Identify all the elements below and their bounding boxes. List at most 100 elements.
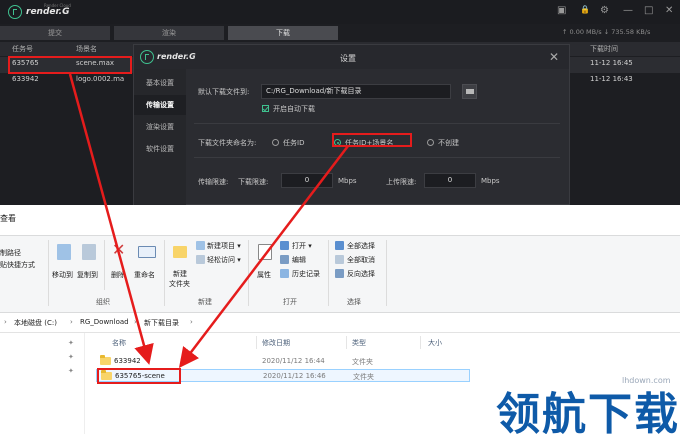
column-divider bbox=[420, 336, 421, 349]
download-speed-unit: Mbps bbox=[338, 177, 357, 185]
rename-button[interactable]: 重命名 bbox=[134, 270, 155, 280]
copy-path-button[interactable]: 制路径 bbox=[0, 248, 21, 258]
pin-icon[interactable]: ✦ bbox=[68, 367, 74, 375]
ribbon-divider bbox=[164, 240, 165, 306]
download-speed-input[interactable]: 0 bbox=[281, 173, 333, 188]
highlight-task-row bbox=[8, 56, 132, 74]
sidebar-item-software[interactable]: 软件设置 bbox=[134, 139, 186, 159]
chevron-right-icon: › bbox=[4, 318, 7, 326]
highlight-result-folder bbox=[97, 368, 181, 384]
col-task-id: 任务号 bbox=[12, 45, 33, 53]
upload-speed-input[interactable]: 0 bbox=[424, 173, 476, 188]
col-scene-name: 场景名 bbox=[76, 45, 97, 53]
chevron-right-icon: › bbox=[190, 318, 193, 326]
default-dir-input[interactable]: C:/RG_Download/新下载目录 bbox=[261, 84, 451, 99]
easy-access-button[interactable]: 轻松访问 ▾ bbox=[207, 255, 241, 265]
breadcrumb-drive[interactable]: 本地磁盘 (C:) bbox=[14, 318, 57, 328]
dialog-close-icon[interactable]: ✕ bbox=[549, 50, 559, 64]
invert-selection-icon bbox=[335, 269, 344, 278]
breadcrumb-rg-download[interactable]: RG_Download bbox=[80, 318, 129, 326]
app-titlebar: render.G Render Cloud ▣ 🔒 ⚙ — □ ✕ bbox=[0, 0, 680, 24]
history-button[interactable]: 历史记录 bbox=[292, 269, 320, 279]
task-id: 633942 bbox=[12, 75, 39, 83]
settings-dialog: render.G 设置 ✕ 基本设置 传输设置 渲染设置 软件设置 默认下载文件… bbox=[133, 44, 570, 205]
col-type[interactable]: 类型 bbox=[352, 338, 366, 348]
col-modified[interactable]: 修改日期 bbox=[262, 338, 290, 348]
delete-icon: ✕ bbox=[112, 240, 126, 259]
paste-shortcut-button[interactable]: 贴快捷方式 bbox=[0, 260, 35, 270]
file-date: 2020/11/12 16:44 bbox=[262, 357, 325, 365]
rename-icon bbox=[138, 246, 156, 258]
open-icon bbox=[280, 241, 289, 250]
render-logo-icon bbox=[8, 5, 22, 19]
sidebar-item-transfer[interactable]: 传输设置 bbox=[134, 95, 186, 115]
file-date: 2020/11/12 16:46 bbox=[263, 372, 326, 380]
select-none-button[interactable]: 全部取消 bbox=[347, 255, 375, 265]
radio-no-create[interactable] bbox=[427, 139, 434, 146]
screen-icon[interactable]: ▣ bbox=[557, 5, 566, 16]
file-type: 文件夹 bbox=[352, 358, 373, 366]
pin-icon[interactable]: ✦ bbox=[68, 339, 74, 347]
edit-button[interactable]: 编辑 bbox=[292, 255, 306, 265]
download-time: 11-12 16:43 bbox=[590, 75, 633, 83]
address-bar[interactable]: › 本地磁盘 (C:) › RG_Download › 新下载目录 › bbox=[0, 313, 680, 333]
new-folder-button-line2[interactable]: 文件夹 bbox=[169, 279, 190, 289]
navigation-pane: ✦ ✦ ✦ bbox=[0, 333, 85, 434]
browse-folder-button[interactable] bbox=[462, 84, 477, 99]
tab-submit[interactable]: 提交 bbox=[0, 26, 110, 40]
move-to-button[interactable]: 移动到 bbox=[52, 270, 73, 280]
tab-download[interactable]: 下载 bbox=[228, 26, 338, 40]
easy-access-icon bbox=[196, 255, 205, 264]
radio-no-create-label: 不创建 bbox=[438, 139, 459, 147]
new-item-button[interactable]: 新建项目 ▾ bbox=[207, 241, 241, 251]
col-size[interactable]: 大小 bbox=[428, 338, 442, 348]
dialog-title: 设置 bbox=[340, 54, 356, 63]
gear-icon[interactable]: ⚙ bbox=[600, 5, 609, 16]
properties-icon bbox=[258, 244, 272, 260]
lock-icon[interactable]: 🔒 bbox=[580, 5, 590, 14]
ribbon: 制路径 贴快捷方式 移动到 复制到 ✕ 删除 重命名 组织 新建 文件夹 新建项… bbox=[0, 235, 680, 313]
ribbon-divider bbox=[328, 240, 329, 306]
invert-selection-button[interactable]: 反向选择 bbox=[347, 269, 375, 279]
move-to-icon bbox=[57, 244, 71, 260]
radio-task-id[interactable] bbox=[272, 139, 279, 146]
divider bbox=[194, 123, 560, 124]
sidebar-item-basic[interactable]: 基本设置 bbox=[134, 73, 186, 93]
select-all-button[interactable]: 全部选择 bbox=[347, 241, 375, 251]
watermark-logo-text: 领航下载 bbox=[496, 389, 680, 434]
ribbon-tab-view[interactable]: 查看 bbox=[0, 213, 16, 224]
breadcrumb-new-download[interactable]: 新下载目录 bbox=[144, 318, 179, 328]
chevron-right-icon: › bbox=[70, 318, 73, 326]
properties-button[interactable]: 属性 bbox=[257, 270, 271, 280]
close-icon[interactable]: ✕ bbox=[665, 5, 673, 16]
col-name[interactable]: 名称 bbox=[112, 338, 126, 348]
ribbon-divider bbox=[248, 240, 249, 306]
dialog-header: render.G 设置 ✕ bbox=[134, 45, 569, 69]
column-divider bbox=[256, 336, 257, 349]
copy-to-icon bbox=[82, 244, 96, 260]
folder-name-label: 下载文件夹命名为: bbox=[198, 139, 257, 147]
speed-limit-label: 传输限速: bbox=[198, 178, 229, 186]
open-button[interactable]: 打开 ▾ bbox=[292, 241, 312, 251]
tab-render[interactable]: 渲染 bbox=[114, 26, 224, 40]
pin-icon[interactable]: ✦ bbox=[68, 353, 74, 361]
select-all-icon bbox=[335, 241, 344, 250]
default-dir-label: 默认下载文件到: bbox=[198, 88, 250, 96]
file-name: 633942 bbox=[114, 357, 141, 365]
radio-task-id-label: 任务ID bbox=[283, 139, 305, 147]
sidebar-item-render[interactable]: 渲染设置 bbox=[134, 117, 186, 137]
col-download-time: 下载时间 bbox=[590, 45, 618, 53]
group-select: 选择 bbox=[347, 298, 361, 306]
delete-button[interactable]: 删除 bbox=[111, 270, 125, 280]
minimize-icon[interactable]: — bbox=[623, 5, 633, 16]
transfer-speed: ↑ 0.00 MB/s ↓ 735.58 KB/s bbox=[562, 28, 651, 36]
new-folder-button-line1[interactable]: 新建 bbox=[173, 269, 187, 279]
new-item-icon bbox=[196, 241, 205, 250]
list-item[interactable]: 633942 2020/11/12 16:44 文件夹 bbox=[96, 355, 470, 368]
new-folder-icon bbox=[173, 246, 187, 258]
upload-speed-label: 上传限速: bbox=[386, 178, 417, 186]
auto-download-checkbox[interactable] bbox=[262, 105, 269, 112]
maximize-icon[interactable]: □ bbox=[644, 5, 653, 16]
copy-to-button[interactable]: 复制到 bbox=[77, 270, 98, 280]
app-brand: render.G bbox=[26, 7, 70, 17]
